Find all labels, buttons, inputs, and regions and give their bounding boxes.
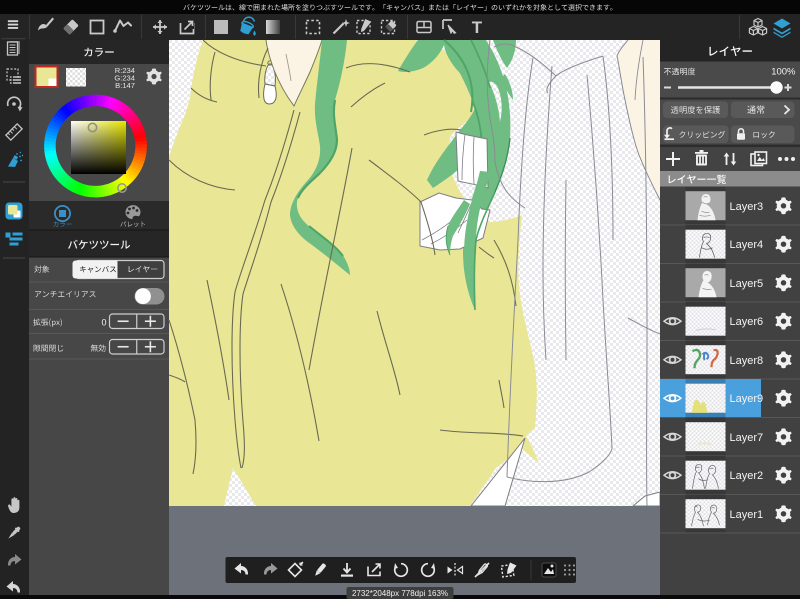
svg-text:Layer8: Layer8 <box>730 355 764 367</box>
svg-text:2732*2048px 778dpi 163%: 2732*2048px 778dpi 163% <box>352 589 448 598</box>
svg-text:Layer5: Layer5 <box>730 278 764 290</box>
svg-text:Layer2: Layer2 <box>730 470 764 482</box>
svg-text:Layer9: Layer9 <box>730 393 764 405</box>
svg-text:Layer3: Layer3 <box>730 201 764 213</box>
svg-text:0: 0 <box>101 318 106 328</box>
svg-text:B:147: B:147 <box>115 81 135 90</box>
svg-text:Layer4: Layer4 <box>730 239 764 251</box>
svg-text:Layer6: Layer6 <box>730 316 764 328</box>
svg-text:Layer7: Layer7 <box>730 432 764 444</box>
svg-text:Layer1: Layer1 <box>730 509 764 521</box>
svg-text:100%: 100% <box>771 67 796 78</box>
svg-text:T: T <box>472 18 483 37</box>
